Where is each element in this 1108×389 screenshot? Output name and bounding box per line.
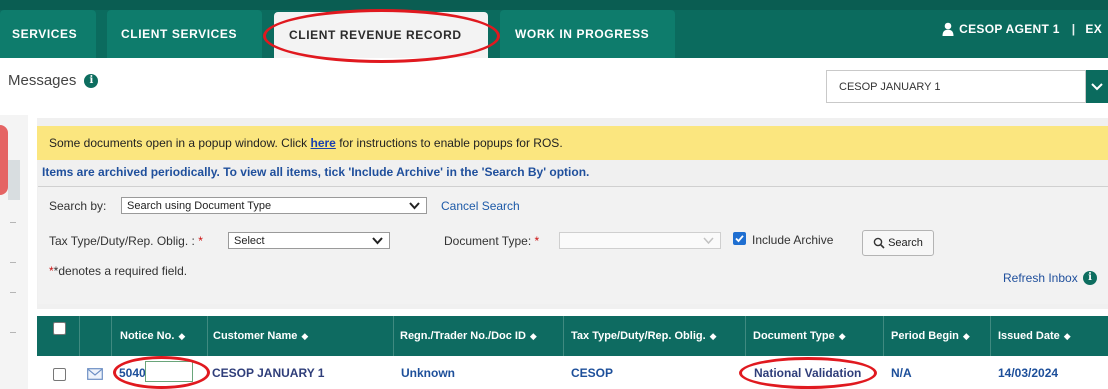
sort-icon: ◆ <box>1063 330 1071 341</box>
exit-link[interactable]: EX <box>1085 22 1102 36</box>
search-icon <box>873 237 885 249</box>
select-all-checkbox[interactable] <box>53 322 66 335</box>
sort-icon: ◆ <box>838 330 846 341</box>
chevron-down-icon <box>703 237 714 245</box>
tax-type-label: Tax Type/Duty/Rep. Oblig. : * <box>49 234 203 248</box>
column-header-label: Regn./Trader No./Doc ID <box>400 330 526 342</box>
user-area: CESOP AGENT 1 | EX <box>942 20 1108 38</box>
envelope-icon[interactable] <box>87 368 103 380</box>
user-name[interactable]: CESOP AGENT 1 <box>959 22 1060 36</box>
customer-name-cell: CESOP JANUARY 1 <box>212 366 325 380</box>
top-nav-bar: SERVICES CLIENT SERVICES CLIENT REVENUE … <box>0 0 1108 58</box>
chevron-down-icon <box>372 237 383 245</box>
required-marker: * <box>534 234 540 248</box>
page-title-text: Messages <box>8 72 77 89</box>
column-divider <box>990 316 991 356</box>
top-nav-shade <box>0 0 1108 10</box>
required-note: **denotes a required field. <box>49 264 188 278</box>
search-by-label: Search by: <box>49 199 107 213</box>
annotation-ellipse <box>263 9 500 63</box>
column-header-period-begin[interactable]: Period Begin ◆ <box>891 316 970 356</box>
column-header-regn[interactable]: Regn./Trader No./Doc ID ◆ <box>400 316 537 356</box>
required-note-text: *denotes a required field. <box>53 264 188 278</box>
notice-text-after: for instructions to enable popups for RO… <box>335 136 563 150</box>
sort-icon: ◆ <box>529 330 537 341</box>
column-header-tax-type[interactable]: Tax Type/Duty/Rep. Oblig. ◆ <box>571 316 717 356</box>
column-divider <box>207 316 208 356</box>
column-header-issued-date[interactable]: Issued Date ◆ <box>998 316 1071 356</box>
column-header-customer-name[interactable]: Customer Name ◆ <box>213 316 308 356</box>
column-header-label: Customer Name <box>213 330 298 342</box>
sort-icon: ◆ <box>178 330 186 341</box>
info-icon[interactable]: i <box>84 73 99 88</box>
sort-icon: ◆ <box>709 330 717 341</box>
period-begin-cell: N/A <box>891 366 912 380</box>
left-red-marker <box>0 125 8 195</box>
document-type-label: Document Type: * <box>444 234 539 248</box>
required-marker: * <box>198 234 203 248</box>
client-select-toggle[interactable] <box>1086 70 1108 103</box>
search-by-value: Search using Document Type <box>127 200 272 212</box>
tax-type-label-text: Tax Type/Duty/Rep. Oblig. : <box>49 234 195 248</box>
sort-icon: ◆ <box>301 330 309 341</box>
checkmark-icon <box>735 235 744 243</box>
sort-icon: ◆ <box>962 330 970 341</box>
column-divider <box>745 316 746 356</box>
user-icon <box>942 22 954 36</box>
client-select[interactable]: CESOP JANUARY 1 <box>826 70 1086 103</box>
column-divider <box>563 316 564 356</box>
popup-notice: Some documents open in a popup window. C… <box>37 126 1108 160</box>
refresh-inbox-link[interactable]: Refresh Inbox <box>1003 271 1078 285</box>
column-header-label: Period Begin <box>891 330 959 342</box>
column-header-label: Notice No. <box>120 330 175 342</box>
document-type-label-text: Document Type: <box>444 234 532 248</box>
tax-type-value: Select <box>234 235 265 247</box>
document-type-select[interactable] <box>559 232 721 249</box>
left-divider <box>10 262 16 263</box>
annotation-ellipse <box>113 356 210 389</box>
column-divider <box>111 316 112 356</box>
tab-client-services[interactable]: CLIENT SERVICES <box>107 10 262 58</box>
left-divider <box>10 222 16 223</box>
left-divider <box>10 292 16 293</box>
column-header-label: Issued Date <box>998 330 1060 342</box>
search-by-select[interactable]: Search using Document Type <box>121 197 427 214</box>
chevron-down-icon <box>1091 82 1103 90</box>
include-archive-checkbox[interactable] <box>733 232 746 245</box>
cancel-search-link[interactable]: Cancel Search <box>441 199 520 213</box>
archive-note: Items are archived periodically. To view… <box>42 165 590 179</box>
chevron-down-icon <box>409 202 420 210</box>
page-title: Messages i <box>8 72 99 89</box>
notice-text-before: Some documents open in a popup window. C… <box>49 136 311 150</box>
annotation-ellipse <box>739 357 877 389</box>
tax-type-cell: CESOP <box>571 366 614 380</box>
column-header-document-type[interactable]: Document Type ◆ <box>753 316 846 356</box>
column-divider <box>393 316 394 356</box>
left-divider <box>10 332 16 333</box>
divider: | <box>1071 22 1076 36</box>
column-header-notice-no[interactable]: Notice No. ◆ <box>120 316 185 356</box>
include-archive-label: Include Archive <box>752 233 834 247</box>
issued-date-cell: 14/03/2024 <box>998 366 1059 380</box>
column-header-label: Tax Type/Duty/Rep. Oblig. <box>571 330 706 342</box>
refresh-info-icon[interactable]: i <box>1083 271 1097 285</box>
search-button[interactable]: Search <box>862 230 934 256</box>
regn-cell: Unknown <box>401 366 455 380</box>
tax-type-select[interactable]: Select <box>228 232 390 249</box>
popup-help-link[interactable]: here <box>311 136 336 150</box>
left-scroll-marker <box>8 160 20 200</box>
column-header-label: Document Type <box>753 330 835 342</box>
row-checkbox[interactable] <box>53 368 66 381</box>
column-divider <box>79 316 80 356</box>
search-button-label: Search <box>888 237 923 249</box>
tab-work-in-progress[interactable]: WORK IN PROGRESS <box>500 10 675 58</box>
column-divider <box>883 316 884 356</box>
tab-services[interactable]: SERVICES <box>0 10 96 58</box>
